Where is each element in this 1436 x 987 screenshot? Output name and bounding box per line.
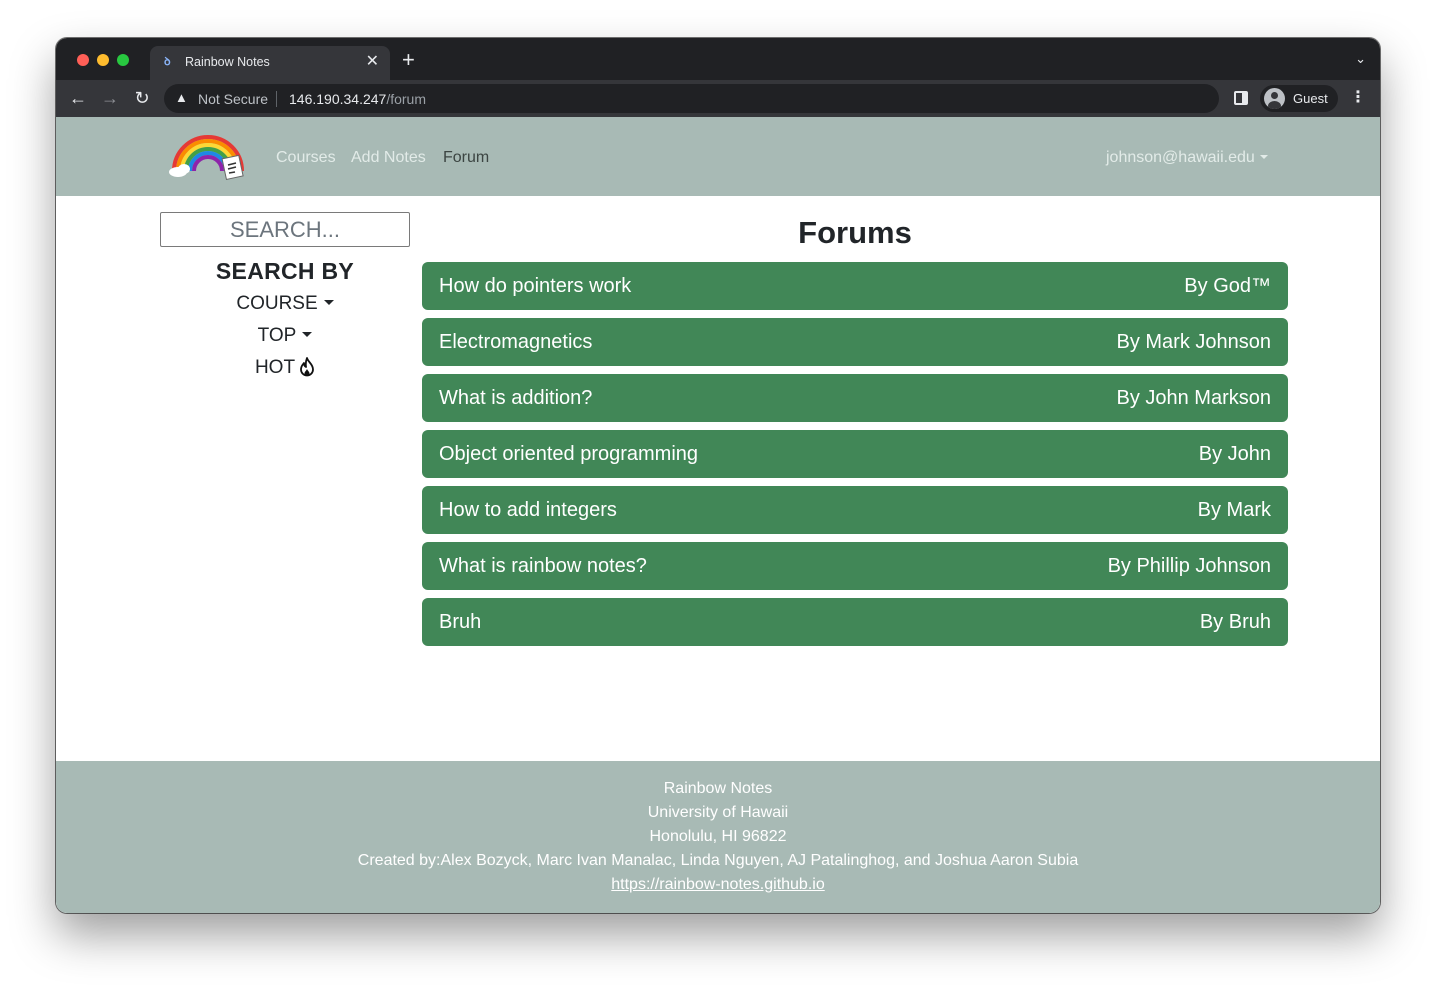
forum-author: By God™ [1184, 274, 1271, 297]
forum-author: By John [1198, 442, 1271, 465]
forum-row[interactable]: How do pointers work By God™ [422, 262, 1288, 310]
forum-title: How to add integers [439, 498, 617, 521]
reload-icon[interactable]: ↻ [132, 88, 152, 108]
caret-down-icon [302, 332, 313, 337]
security-label[interactable]: Not Secure [198, 91, 268, 107]
forum-title: How do pointers work [439, 274, 632, 297]
course-filter-label: COURSE [236, 293, 318, 314]
search-by-heading: SEARCH BY [215, 258, 355, 284]
site-footer: Rainbow Notes University of Hawaii Honol… [56, 761, 1380, 913]
page-title: Forums [798, 215, 912, 250]
browser-tab[interactable]: ꝺ Rainbow Notes ✕ [150, 46, 390, 80]
kebab-menu-icon[interactable]: ⋮ [1350, 88, 1366, 108]
caret-down-icon [323, 300, 334, 305]
web-page: Courses Add Notes Forum johnson@hawaii.e… [56, 117, 1380, 913]
forum-row[interactable]: What is rainbow notes? By Phillip Johnson [422, 542, 1288, 590]
hot-filter-label: HOT [254, 357, 296, 378]
nav-forum-link[interactable]: Forum [443, 149, 489, 167]
footer-credits: Created by:Alex Bozyck, Marc Ivan Manala… [357, 852, 1079, 869]
new-tab-button[interactable]: + [402, 49, 415, 71]
user-menu-dropdown[interactable]: johnson@hawaii.edu [1106, 149, 1268, 167]
tab-title: Rainbow Notes [185, 55, 270, 69]
warning-icon: ▲ [175, 90, 188, 105]
url-path: /forum [386, 91, 427, 107]
flame-icon [300, 357, 314, 377]
footer-address: Honolulu, HI 96822 [649, 828, 787, 845]
back-arrow-icon[interactable]: ← [68, 88, 88, 108]
footer-link[interactable]: https://rainbow-notes.github.io [611, 876, 824, 893]
caret-down-icon [1259, 155, 1268, 159]
forum-row[interactable]: Bruh By Bruh [422, 598, 1288, 646]
forum-title: What is rainbow notes? [439, 554, 647, 577]
tab-strip: ꝺ Rainbow Notes ✕ + ⌄ [56, 38, 1380, 80]
side-panel-icon[interactable] [1234, 91, 1248, 105]
address-bar[interactable]: ▲ Not Secure 146.190.34.247/forum [164, 84, 1219, 113]
forum-row[interactable]: What is addition? By John Markson [422, 374, 1288, 422]
forum-row[interactable]: Electromagnetics By Mark Johnson [422, 318, 1288, 366]
forum-title: What is addition? [439, 386, 593, 409]
minimize-window-button[interactable] [97, 54, 109, 66]
course-filter-dropdown[interactable]: COURSE [160, 293, 410, 315]
profile-label: Guest [1293, 91, 1328, 106]
forum-author: By John Markson [1116, 386, 1271, 409]
forum-title: Object oriented programming [439, 442, 699, 465]
forum-row[interactable]: How to add integers By Mark [422, 486, 1288, 534]
avatar-icon [1264, 88, 1285, 109]
footer-university: University of Hawaii [647, 804, 789, 821]
forum-author: By Mark [1197, 498, 1271, 521]
forum-author: By Phillip Johnson [1107, 554, 1271, 577]
top-filter-label: TOP [257, 325, 297, 346]
favicon-icon: ꝺ [164, 56, 171, 68]
forum-author: By Mark Johnson [1116, 330, 1271, 353]
forum-title: Bruh [439, 610, 482, 633]
url-host: 146.190.34.247 [289, 91, 387, 107]
hot-filter-button[interactable]: HOT [160, 357, 410, 379]
close-window-button[interactable] [77, 54, 89, 66]
top-filter-dropdown[interactable]: TOP [160, 325, 410, 347]
rainbow-logo[interactable] [168, 131, 248, 183]
footer-site-name: Rainbow Notes [663, 780, 773, 797]
nav-courses-link[interactable]: Courses [276, 149, 336, 167]
profile-button[interactable]: Guest [1260, 85, 1338, 112]
browser-window: ꝺ Rainbow Notes ✕ + ⌄ ← → ↻ ▲ Not Secure… [56, 38, 1380, 913]
tab-search-chevron-icon[interactable]: ⌄ [1355, 51, 1366, 67]
forum-row[interactable]: Object oriented programming By John [422, 430, 1288, 478]
close-tab-icon[interactable]: ✕ [366, 53, 379, 71]
forum-list: How do pointers work By God™ Electromagnet… [422, 262, 1288, 654]
forward-arrow-icon[interactable]: → [100, 88, 120, 108]
zoom-window-button[interactable] [117, 54, 129, 66]
forum-author: By Bruh [1199, 610, 1271, 633]
forum-title: Electromagnetics [439, 330, 593, 353]
search-input[interactable] [160, 212, 410, 247]
nav-add-notes-link[interactable]: Add Notes [351, 149, 426, 167]
url-text[interactable]: 146.190.34.247/forum [289, 91, 426, 107]
address-divider [276, 91, 277, 107]
site-navbar: Courses Add Notes Forum johnson@hawaii.e… [56, 117, 1380, 196]
user-email: johnson@hawaii.edu [1106, 149, 1255, 166]
browser-toolbar: ← → ↻ ▲ Not Secure 146.190.34.247/forum … [56, 80, 1380, 117]
